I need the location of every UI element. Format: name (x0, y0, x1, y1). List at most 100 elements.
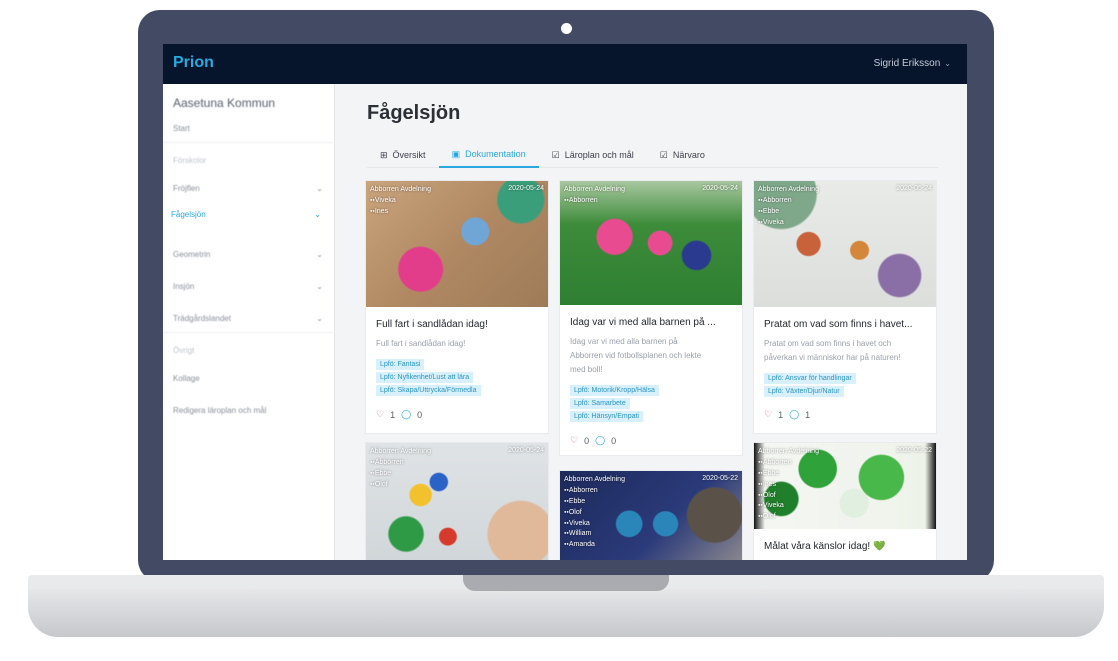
screen: Prion Sigrid Eriksson ⌄ Aasetuna Kommun … (163, 44, 967, 560)
user-menu[interactable]: Sigrid Eriksson ⌄ (874, 58, 951, 69)
heart-icon[interactable]: ♡ (376, 409, 384, 420)
checkbox-icon: ☑ (551, 149, 560, 160)
post-title[interactable]: Full fart i sandlådan idag! (376, 319, 540, 330)
page-title: Fågelsjön (367, 102, 461, 124)
child-name: Abborren (758, 195, 819, 206)
post-description: Full fart i sandlådan idag! (376, 339, 466, 348)
child-name: Viveka (758, 500, 819, 511)
post-date: 2020-05-24 (508, 185, 544, 192)
camera-dot (561, 23, 572, 34)
sidebar-item-fagelsjon[interactable]: Fågelsjön ⌄ (171, 210, 321, 219)
child-name: Abborren (564, 195, 625, 206)
chevron-down-icon: ⌄ (316, 282, 323, 291)
post-title[interactable]: Idag var vi med alla barnen på ... (570, 317, 734, 328)
like-count: 1 (390, 409, 396, 420)
post-card[interactable]: Abborren Avdelning Abborren Ebbe Olof 20… (365, 442, 549, 560)
child-name: Olof (758, 511, 819, 522)
sidebar-item-tradgardslandet[interactable]: Trädgårdslandet ⌄ (173, 314, 323, 323)
chevron-down-icon: ⌄ (944, 59, 951, 68)
post-counts: ♡ 0 ◯ 0 (570, 435, 616, 446)
child-name: Viveka (564, 518, 625, 529)
chevron-down-icon: ⌄ (316, 250, 323, 259)
post-card[interactable]: Abborren Avdelning Abborren Ebbe Ines Ol… (753, 442, 937, 560)
image-icon: ▣ (451, 148, 461, 159)
heart-icon[interactable]: ♡ (764, 409, 772, 420)
tag-list: Lpfö: Motorik/Kropp/Hälsa Lpfö: Samarbet… (570, 385, 659, 422)
comment-count: 0 (417, 409, 423, 420)
child-name: Olof (564, 507, 625, 518)
tab-laroplan[interactable]: ☑ Läroplan och mål (539, 142, 647, 168)
grid-icon: ⊞ (380, 149, 388, 160)
comment-icon[interactable]: ◯ (401, 409, 411, 420)
comment-count: 1 (805, 409, 811, 420)
curriculum-tag[interactable]: Lpfö: Fantasi (376, 359, 425, 370)
post-card[interactable]: Abborren Avdelning Abborren Ebbe Viveka … (753, 180, 937, 434)
divider (163, 332, 335, 333)
post-counts: ♡ 1 ◯ 0 (376, 409, 422, 420)
curriculum-tag[interactable]: Lpfö: Nyfikenhet/Lust att lära (376, 372, 474, 383)
child-name: Ebbe (370, 468, 431, 479)
sidebar-item-frojflen[interactable]: Fröjflen ⌄ (173, 184, 323, 193)
tab-narvaro[interactable]: ☑ Närvaro (647, 142, 718, 168)
comment-icon[interactable]: ◯ (789, 409, 799, 420)
child-name: Ebbe (564, 496, 625, 507)
tab-bar: ⊞ Översikt ▣ Dokumentation ☑ Läroplan och m… (367, 142, 938, 168)
curriculum-tag[interactable]: Lpfö: Samarbete (570, 398, 630, 409)
sidebar-heading-ovrigt: Övrigt (173, 346, 195, 355)
post-card[interactable]: Abborren Avdelning Abborren Ebbe Olof Vi… (559, 470, 743, 560)
child-name: Ebbe (758, 468, 819, 479)
post-card[interactable]: Abborren Avdelning Viveka Ines 2020-05-2… (365, 180, 549, 434)
curriculum-tag[interactable]: Lpfö: Motorik/Kropp/Hälsa (570, 385, 659, 396)
child-name: Abborren (758, 457, 819, 468)
post-meta: Abborren Avdelning Abborren (564, 185, 625, 206)
tag-list: Lpfö: Fantasi Lpfö: Nyfikenhet/Lust att … (376, 359, 481, 396)
post-date: 2020-05-22 (896, 447, 932, 454)
post-card[interactable]: Abborren Avdelning Abborren 2020-05-24 I… (559, 180, 743, 456)
child-name: Ines (370, 206, 431, 217)
organization-name: Aasetuna Kommun (173, 96, 276, 110)
user-name: Sigrid Eriksson (873, 58, 941, 69)
child-name: Abborren (370, 457, 431, 468)
post-meta: Abborren Avdelning Abborren Ebbe Ines Ol… (758, 447, 819, 522)
post-date: 2020-05-22 (702, 475, 738, 482)
chevron-down-icon: ⌄ (314, 210, 321, 219)
tab-dokumentation[interactable]: ▣ Dokumentation (438, 142, 539, 168)
sidebar-item-redigera-laroplan[interactable]: Redigera läroplan och mål (173, 406, 323, 415)
sidebar-item-insjon[interactable]: Insjön ⌄ (173, 282, 323, 291)
heart-icon[interactable]: ♡ (570, 435, 578, 446)
post-title[interactable]: Målat våra känslor idag! 💚 (764, 541, 928, 552)
post-date: 2020-05-24 (702, 185, 738, 192)
sidebar-item-start[interactable]: Start (173, 124, 323, 133)
post-meta: Abborren Avdelning Abborren Ebbe Olof (370, 447, 431, 490)
laptop-notch (463, 575, 669, 591)
tab-oversikt[interactable]: ⊞ Översikt (367, 142, 439, 168)
post-date: 2020-05-24 (508, 447, 544, 454)
divider (163, 142, 335, 143)
post-description: Pratat om vad som finns i havet och påve… (764, 339, 901, 362)
post-title[interactable]: Pratat om vad som finns i havet... (764, 319, 928, 330)
child-name: William (564, 528, 625, 539)
sidebar: Aasetuna Kommun Start Förskolor Fröjflen… (163, 84, 335, 560)
post-meta: Abborren Avdelning Viveka Ines (370, 185, 431, 217)
child-name: Amanda (564, 539, 625, 550)
post-meta: Abborren Avdelning Abborren Ebbe Olof Vi… (564, 475, 625, 550)
child-name: Olof (758, 490, 819, 501)
sidebar-item-kollage[interactable]: Kollage (173, 374, 323, 383)
brand-logo[interactable]: Prion (173, 54, 214, 72)
curriculum-tag[interactable]: Lpfö: Skapa/Uttrycka/Förmedla (376, 385, 481, 396)
sidebar-heading-forskolor: Förskolor (173, 156, 207, 165)
comment-icon[interactable]: ◯ (595, 435, 605, 446)
curriculum-tag[interactable]: Lpfö: Hänsyn/Empati (570, 411, 643, 422)
curriculum-tag[interactable]: Lpfö: Växter/Djur/Natur (764, 386, 844, 397)
post-counts: ♡ 1 ◯ 1 (764, 409, 810, 420)
comment-count: 0 (611, 435, 617, 446)
sidebar-item-geometrin[interactable]: Geometrin ⌄ (173, 250, 323, 259)
curriculum-tag[interactable]: Lpfö: Ansvar för handlingar (764, 373, 856, 384)
post-date: 2020-05-24 (896, 185, 932, 192)
checkbox-icon: ☑ (659, 149, 668, 160)
child-name: Abborren (564, 485, 625, 496)
child-name: Viveka (370, 195, 431, 206)
top-bar: Prion Sigrid Eriksson ⌄ (163, 44, 967, 84)
child-name: Viveka (758, 217, 819, 228)
main-content: Fågelsjön ⊞ Översikt ▣ Dokumentation ☑ Läro… (335, 84, 967, 560)
